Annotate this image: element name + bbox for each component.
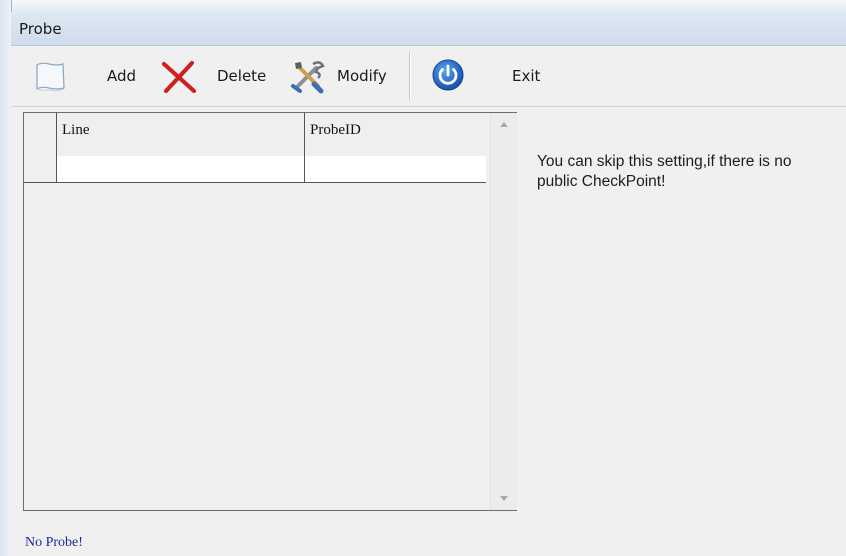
column-header-probeid[interactable]: ProbeID: [305, 113, 486, 156]
column-header-line-label: Line: [62, 122, 90, 138]
title-bar: Probe: [11, 12, 846, 46]
window-top-edge: [0, 0, 846, 12]
column-header-probeid-label: ProbeID: [310, 122, 361, 138]
grid-header: Line ProbeID: [24, 113, 486, 157]
modify-button[interactable]: Modify: [337, 67, 387, 85]
exit-button[interactable]: Exit: [512, 67, 540, 85]
new-document-icon[interactable]: [33, 60, 67, 99]
scroll-up-arrow[interactable]: [491, 115, 517, 135]
toolbar-separator: [409, 52, 410, 100]
cell-line[interactable]: [57, 156, 305, 182]
delete-button[interactable]: Delete: [217, 67, 266, 85]
window-title: Probe: [19, 20, 62, 38]
tools-icon[interactable]: [288, 56, 328, 101]
power-icon[interactable]: [431, 58, 465, 97]
row-header[interactable]: [24, 156, 57, 182]
row-header-corner[interactable]: [24, 113, 57, 156]
scroll-down-arrow[interactable]: [491, 488, 517, 508]
column-header-line[interactable]: Line: [57, 113, 305, 156]
toolbar: Add Delete Modify Exit: [11, 46, 846, 107]
add-button[interactable]: Add: [107, 67, 136, 85]
cell-probeid[interactable]: [305, 156, 486, 182]
table-row[interactable]: [24, 156, 486, 183]
info-message: You can skip this setting,if there is no…: [537, 153, 792, 190]
probe-window: Probe Add Delete Modify Exit Line ProbeI…: [11, 12, 846, 556]
probe-grid[interactable]: Line ProbeID: [23, 112, 517, 511]
delete-x-icon[interactable]: [159, 59, 199, 100]
vertical-scrollbar[interactable]: [490, 113, 517, 510]
status-text: No Probe!: [25, 535, 83, 550]
